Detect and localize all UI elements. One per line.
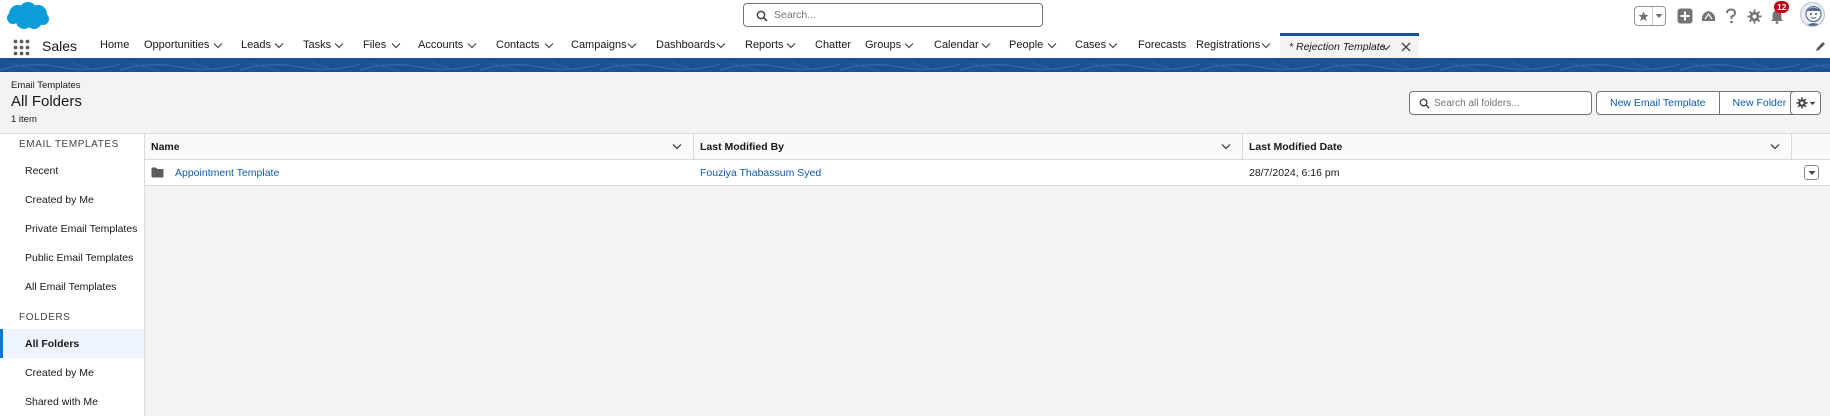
list-actions-button-group: New Email Template New Folder [1596,91,1801,115]
setup-gear-icon[interactable] [1745,5,1763,27]
global-actions-icon[interactable] [1676,5,1694,27]
nav-item-cases[interactable]: Cases [1075,32,1106,58]
nav-item-forecasts[interactable]: Forecasts [1138,32,1186,58]
chevron-down-icon[interactable] [544,42,554,49]
modified-by-link[interactable]: Fouziya Thabassum Syed [700,160,821,185]
sidebar-item-recent[interactable]: Recent [0,156,144,185]
global-search[interactable] [743,3,1043,27]
chevron-down-icon[interactable] [1653,7,1665,25]
nav-item-opportunities[interactable]: Opportunities [144,32,209,58]
sidebar-item-folders-created-by-me[interactable]: Created by Me [0,358,144,387]
sidebar-item-private-email-templates[interactable]: Private Email Templates [0,214,144,243]
folder-name-link[interactable]: Appointment Template [175,160,279,185]
chevron-down-icon[interactable] [213,42,223,49]
sidebar-item-all-folders[interactable]: All Folders [0,329,144,358]
nav-item-accounts[interactable]: Accounts [418,32,463,58]
nav-item-files[interactable]: Files [363,32,386,58]
salesforce-logo-icon[interactable] [4,1,50,31]
sidebar-section-email-templates: Email Templates [19,139,119,150]
nav-item-campaigns[interactable]: Campaigns [571,32,627,58]
nav-item-people[interactable]: People [1009,32,1043,58]
column-label: Last Modified By [700,141,785,153]
sidebar-section-folders: Folders [19,312,71,323]
search-icon [1419,98,1430,109]
chevron-down-icon[interactable] [672,143,682,150]
folder-sidebar: Email Templates Recent Created by Me Pri… [0,134,145,416]
chevron-down-icon[interactable] [904,42,914,49]
new-folder-button[interactable]: New Folder [1718,92,1800,114]
folder-search-input[interactable] [1434,96,1584,110]
tab-rejection-template[interactable]: * Rejection Template [1280,33,1419,58]
nav-item-dashboards[interactable]: Dashboards [656,32,715,58]
column-header-last-modified-by[interactable]: Last Modified By [694,134,1243,159]
list-view-header: Email Templates All Folders 1 item New E… [0,72,1830,134]
app-launcher-waffle-icon[interactable] [13,39,30,56]
user-avatar[interactable] [1800,2,1825,27]
search-icon [756,10,768,22]
modified-date: 28/7/2024, 6:16 pm [1249,166,1340,179]
nav-item-calendar[interactable]: Calendar [934,32,979,58]
table-row[interactable]: Appointment Template Fouziya Thabassum S… [145,160,1830,186]
nav-item-tasks[interactable]: Tasks [303,32,331,58]
brand-pattern-band [0,61,1830,72]
trailhead-icon[interactable] [1698,5,1718,27]
band-pattern [0,61,1830,72]
table-header: Name Last Modified By Last Modified Date [145,134,1830,160]
close-icon[interactable] [1401,42,1411,52]
chevron-down-icon[interactable] [334,42,344,49]
list-settings-button[interactable] [1790,91,1821,115]
chevron-down-icon[interactable] [467,42,477,49]
sidebar-item-all-email-templates[interactable]: All Email Templates [0,272,144,301]
chevron-down-icon[interactable] [1261,42,1271,49]
gear-icon [1795,97,1808,109]
sidebar-item-shared-with-me[interactable]: Shared with Me [0,387,144,416]
nav-item-leads[interactable]: Leads [241,32,271,58]
item-count: 1 item [11,114,37,125]
page-title: All Folders [11,93,82,110]
chevron-down-icon[interactable] [1221,143,1231,150]
tab-rejection-template-label: * Rejection Template [1289,41,1386,53]
nav-item-groups[interactable]: Groups [865,32,901,58]
global-search-input[interactable] [774,7,1034,23]
chevron-down-icon [1808,170,1815,175]
folders-table: Name Last Modified By Last Modified Date… [145,134,1830,416]
sidebar-item-public-email-templates[interactable]: Public Email Templates [0,243,144,272]
nav-item-home[interactable]: Home [100,32,129,58]
nav-item-chatter[interactable]: Chatter [815,32,851,58]
column-label: Name [151,141,180,153]
chevron-down-icon [1809,101,1815,105]
new-email-template-button[interactable]: New Email Template [1597,92,1719,114]
chevron-down-icon[interactable] [391,42,401,49]
edit-nav-pencil-icon[interactable] [1815,41,1826,52]
app-nav-bar: Sales Home Opportunities Leads Tasks Fil… [0,32,1830,61]
chevron-down-icon[interactable] [716,42,726,49]
sidebar-item-created-by-me[interactable]: Created by Me [0,185,144,214]
favorites-button-group[interactable] [1634,6,1666,26]
chevron-down-icon[interactable] [1770,143,1780,150]
chevron-down-icon[interactable] [1047,42,1057,49]
nav-item-contacts[interactable]: Contacts [496,32,539,58]
column-header-name[interactable]: Name [145,134,694,159]
notification-count-badge: 12 [1774,1,1790,13]
chevron-down-icon[interactable] [786,42,796,49]
folder-search[interactable] [1409,91,1592,115]
global-header: 12 [0,0,1830,32]
nav-item-reports[interactable]: Reports [745,32,784,58]
row-actions-button[interactable] [1804,165,1819,180]
help-icon[interactable] [1722,5,1740,27]
object-label: Email Templates [11,80,81,91]
column-label: Last Modified Date [1249,141,1343,153]
chevron-down-icon[interactable] [981,42,991,49]
nav-item-registrations[interactable]: Registrations [1196,32,1260,58]
column-header-last-modified-date[interactable]: Last Modified Date [1243,134,1792,159]
chevron-down-icon[interactable] [627,42,637,49]
app-name: Sales [42,38,78,54]
star-icon[interactable] [1635,7,1653,25]
chevron-down-icon[interactable] [274,42,284,49]
chevron-down-icon[interactable] [1381,44,1391,51]
folder-icon [151,160,164,185]
chevron-down-icon[interactable] [1108,42,1118,49]
